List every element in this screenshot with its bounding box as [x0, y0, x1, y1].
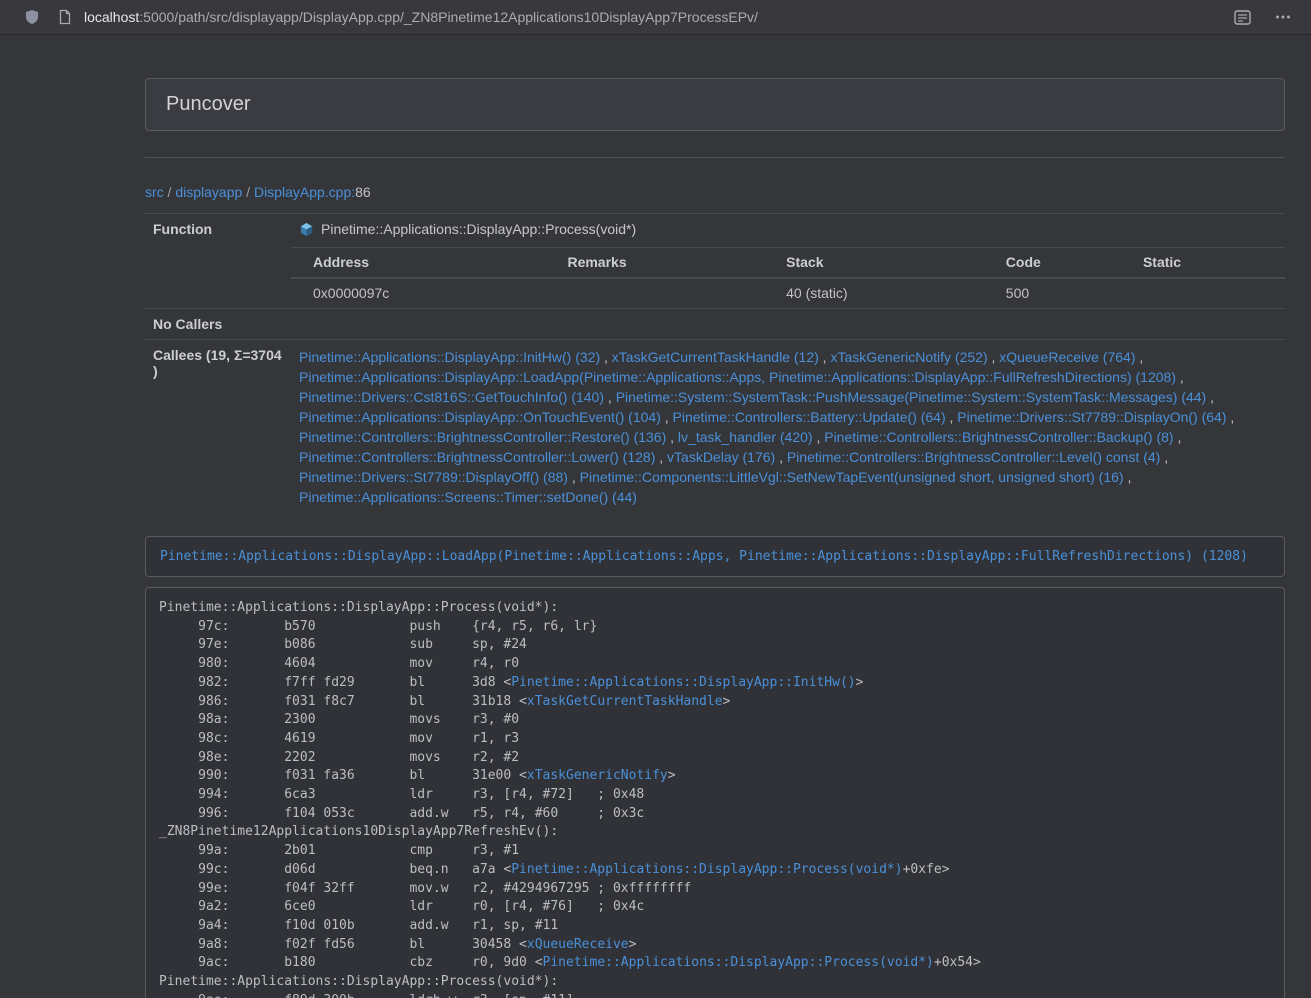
- url-path-text: :5000/path/src/displayapp/DisplayApp.cpp…: [139, 9, 758, 25]
- page-header: Puncover: [145, 78, 1285, 131]
- callee-link[interactable]: Pinetime::Applications::DisplayApp::Init…: [299, 349, 600, 365]
- callee-link[interactable]: Pinetime::System::SystemTask::PushMessag…: [616, 389, 1207, 405]
- callee-link[interactable]: Pinetime::Controllers::BrightnessControl…: [299, 429, 666, 445]
- breadcrumb-link[interactable]: DisplayApp.cpp:: [254, 184, 355, 200]
- symbol-link[interactable]: Pinetime::Applications::DisplayApp::Load…: [160, 549, 1248, 564]
- no-callers-row: No Callers: [145, 309, 1285, 340]
- stats-header-cell: Remarks: [545, 248, 764, 278]
- divider: [145, 157, 1285, 158]
- browser-topbar: localhost:5000/path/src/displayapp/Displ…: [0, 0, 1311, 35]
- breadcrumb-link[interactable]: displayapp: [175, 184, 242, 200]
- callees-list: Pinetime::Applications::DisplayApp::Init…: [291, 340, 1285, 515]
- callee-link[interactable]: xQueueReceive (764): [999, 349, 1135, 365]
- callee-link[interactable]: Pinetime::Drivers::St7789::DisplayOff() …: [299, 469, 568, 485]
- code-symbol-link[interactable]: xTaskGenericNotify: [527, 768, 668, 783]
- no-callers-label: No Callers: [145, 309, 291, 340]
- callee-link[interactable]: Pinetime::Drivers::St7789::DisplayOn() (…: [957, 409, 1226, 425]
- disassembly-code: Pinetime::Applications::DisplayApp::Proc…: [159, 599, 1271, 998]
- callee-link[interactable]: vTaskDelay (176): [667, 449, 775, 465]
- tracking-protection-shield-icon[interactable]: [24, 9, 40, 25]
- code-symbol-link[interactable]: Pinetime::Applications::DisplayApp::Proc…: [543, 955, 934, 970]
- disassembly-panel: Pinetime::Applications::DisplayApp::Proc…: [145, 587, 1285, 998]
- symbol-box: Pinetime::Applications::DisplayApp::Load…: [145, 536, 1285, 577]
- function-label: Function: [145, 214, 291, 309]
- reader-view-icon[interactable]: [1234, 10, 1251, 25]
- callee-link[interactable]: Pinetime::Applications::DisplayApp::Load…: [299, 369, 1176, 385]
- stats-header-cell: Stack: [764, 248, 984, 278]
- breadcrumb-separator: /: [164, 184, 176, 200]
- no-callers-cell: [291, 309, 1285, 340]
- code-symbol-link[interactable]: xTaskGetCurrentTaskHandle: [527, 694, 723, 709]
- code-symbol-link[interactable]: xQueueReceive: [527, 937, 629, 952]
- stats-cell: [1121, 278, 1285, 308]
- breadcrumb-line-number: 86: [355, 184, 371, 200]
- stats-cell: [545, 278, 764, 308]
- code-symbol-link[interactable]: Pinetime::Applications::DisplayApp::Proc…: [511, 862, 902, 877]
- callee-link[interactable]: Pinetime::Drivers::Cst816S::GetTouchInfo…: [299, 389, 604, 405]
- stats-header-cell: Address: [291, 248, 545, 278]
- callee-link[interactable]: Pinetime::Components::LittleVgl::SetNewT…: [580, 469, 1124, 485]
- callee-link[interactable]: lv_task_handler (420): [678, 429, 813, 445]
- url-field[interactable]: localhost:5000/path/src/displayapp/Displ…: [84, 9, 1234, 25]
- stats-row: AddressRemarksStackCodeStatic 0x0000097c 4…: [145, 248, 1285, 309]
- stats-header-cell: Static: [1121, 248, 1285, 278]
- stats-cell: 0x0000097c: [291, 278, 545, 308]
- code-symbol-link[interactable]: Pinetime::Applications::DisplayApp::Init…: [511, 675, 855, 690]
- callees-label: Callees (19, Σ=3704 ): [145, 340, 291, 515]
- callee-link[interactable]: Pinetime::Applications::DisplayApp::OnTo…: [299, 409, 661, 425]
- callee-link[interactable]: Pinetime::Controllers::BrightnessControl…: [824, 429, 1173, 445]
- callee-link[interactable]: xTaskGetCurrentTaskHandle (12): [612, 349, 819, 365]
- function-table: Function Pinetime::Applications::Display…: [145, 213, 1285, 514]
- stats-table: AddressRemarksStackCodeStatic 0x0000097c 4…: [291, 248, 1285, 308]
- callee-link[interactable]: Pinetime::Controllers::Battery::Update()…: [673, 409, 946, 425]
- page-info-icon[interactable]: [58, 9, 72, 25]
- function-name: Pinetime::Applications::DisplayApp::Proc…: [321, 221, 636, 237]
- function-row: Function Pinetime::Applications::Display…: [145, 214, 1285, 248]
- breadcrumb: src / displayapp / DisplayApp.cpp:86: [145, 184, 1285, 200]
- url-host-text: localhost: [84, 9, 139, 25]
- symbol-cube-icon: [299, 222, 314, 240]
- page-title: Puncover: [166, 93, 1264, 116]
- callees-row: Callees (19, Σ=3704 ) Pinetime::Applicat…: [145, 340, 1285, 515]
- stats-cell: 40 (static): [764, 278, 984, 308]
- breadcrumb-separator: /: [242, 184, 254, 200]
- callee-link[interactable]: Pinetime::Applications::Screens::Timer::…: [299, 489, 637, 505]
- stats-header-cell: Code: [984, 248, 1121, 278]
- stats-cell: 500: [984, 278, 1121, 308]
- more-icon[interactable]: [1275, 9, 1291, 25]
- page-container: Puncover src / displayapp / DisplayApp.c…: [145, 35, 1285, 998]
- callee-link[interactable]: Pinetime::Controllers::BrightnessControl…: [787, 449, 1160, 465]
- callee-link[interactable]: xTaskGenericNotify (252): [830, 349, 987, 365]
- callee-link[interactable]: Pinetime::Controllers::BrightnessControl…: [299, 449, 655, 465]
- breadcrumb-link[interactable]: src: [145, 184, 164, 200]
